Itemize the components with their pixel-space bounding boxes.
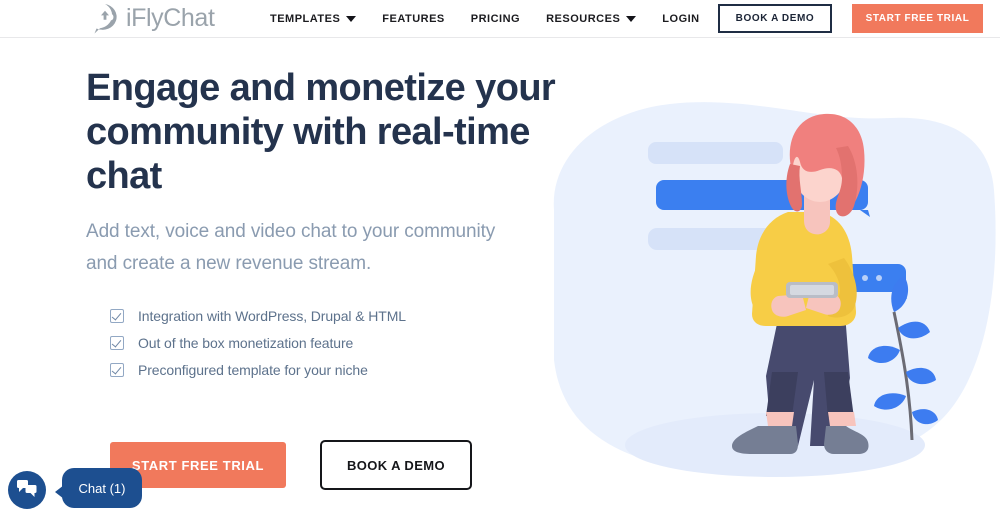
- page-title: Engage and monetize your community with …: [86, 67, 556, 197]
- chevron-down-icon: [626, 16, 637, 22]
- list-item: Out of the box monetization feature: [110, 335, 556, 351]
- chat-widget[interactable]: Chat (1): [8, 468, 148, 512]
- chat-bubbles-icon: [17, 479, 37, 502]
- logo-text: iFlyChat: [126, 4, 215, 32]
- checkbox-checked-icon: [110, 336, 124, 350]
- hero-subtitle: Add text, voice and video chat to your c…: [86, 221, 496, 274]
- nav-item-login[interactable]: LOGIN: [662, 13, 699, 25]
- landing-page: iFlyChat TEMPLATES FEATURES PRICING RESO…: [0, 0, 1000, 516]
- hero-illustration: [520, 60, 1000, 500]
- nav-label-templates: TEMPLATES: [270, 13, 341, 25]
- checkbox-checked-icon: [110, 309, 124, 323]
- hero-content: Engage and monetize your community with …: [86, 66, 556, 389]
- chevron-down-icon: [346, 16, 357, 22]
- checklist-label: Preconfigured template for your niche: [138, 362, 368, 378]
- nav-item-features[interactable]: FEATURES: [382, 13, 444, 25]
- checkbox-checked-icon: [110, 363, 124, 377]
- nav-item-pricing[interactable]: PRICING: [471, 13, 520, 25]
- list-item: Preconfigured template for your niche: [110, 362, 556, 378]
- checklist-label: Integration with WordPress, Drupal & HTM…: [138, 308, 406, 324]
- main-navigation: TEMPLATES FEATURES PRICING RESOURCES LOG…: [270, 0, 700, 38]
- hero-book-demo-button[interactable]: BOOK A DEMO: [320, 440, 472, 490]
- cloud-upload-speech-bubble-icon: [88, 1, 122, 35]
- site-header: iFlyChat TEMPLATES FEATURES PRICING RESO…: [0, 0, 1000, 38]
- chat-launcher-button[interactable]: [8, 471, 46, 509]
- header-book-demo-button[interactable]: BOOK A DEMO: [718, 4, 832, 33]
- feature-checklist: Integration with WordPress, Drupal & HTM…: [110, 308, 556, 378]
- nav-item-resources[interactable]: RESOURCES: [546, 13, 637, 25]
- chat-tab-label[interactable]: Chat (1): [55, 468, 142, 508]
- site-logo[interactable]: iFlyChat: [88, 1, 215, 35]
- list-item: Integration with WordPress, Drupal & HTM…: [110, 308, 556, 324]
- checklist-label: Out of the box monetization feature: [138, 335, 354, 351]
- nav-item-templates[interactable]: TEMPLATES: [270, 13, 357, 25]
- nav-label-resources: RESOURCES: [546, 13, 621, 25]
- header-start-trial-button[interactable]: START FREE TRIAL: [852, 4, 983, 33]
- hero-cta-row: START FREE TRIAL BOOK A DEMO: [110, 440, 472, 490]
- nav-label-pricing: PRICING: [470, 13, 521, 25]
- nav-label-login: LOGIN: [662, 13, 700, 25]
- nav-label-features: FEATURES: [382, 13, 445, 25]
